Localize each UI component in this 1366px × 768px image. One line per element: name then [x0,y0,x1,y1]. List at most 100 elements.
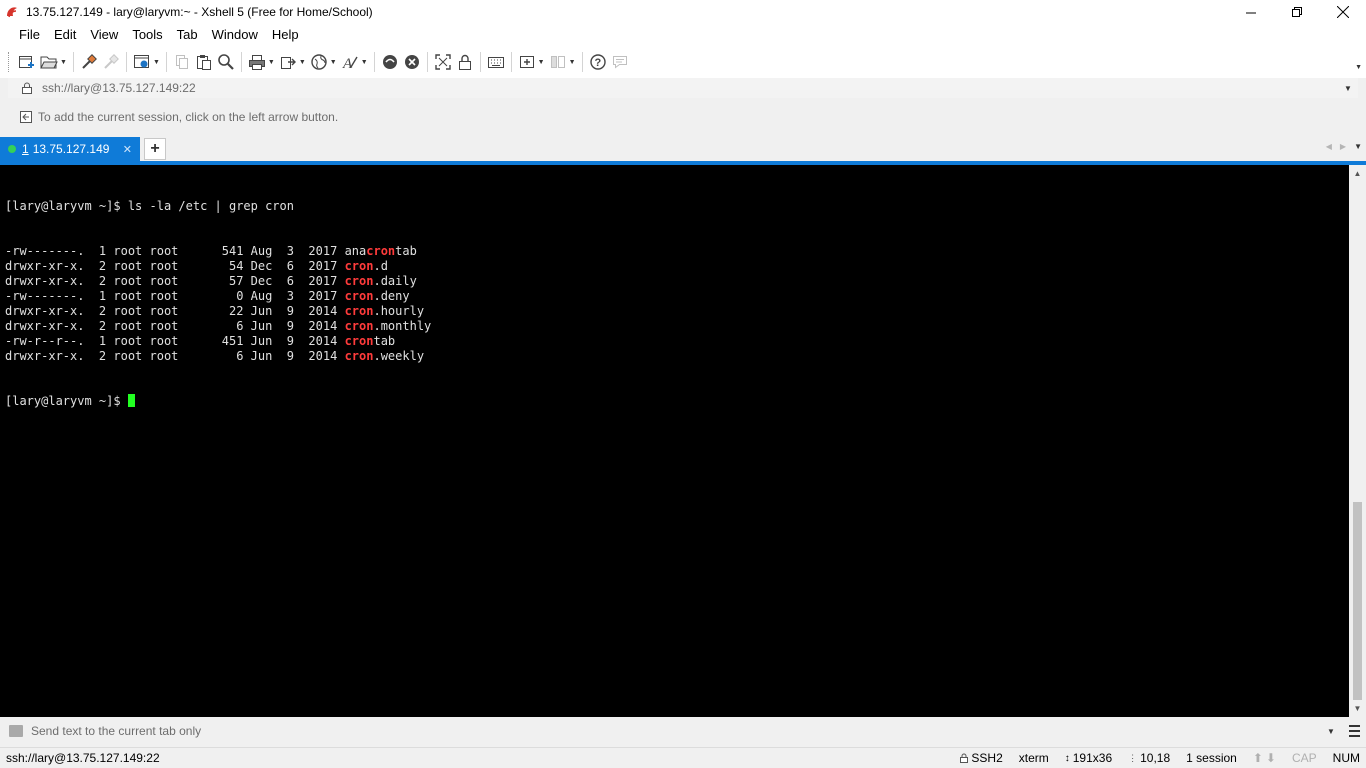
menu-window[interactable]: Window [205,24,265,46]
grep-match: cron [344,259,374,273]
connect-icon[interactable] [80,50,98,74]
file-info: drwxr-xr-x. 2 root root 57 Dec 6 2017 [5,274,345,288]
terminal-output[interactable]: [lary@laryvm ~]$ ls -la /etc | grep cron… [0,165,1349,717]
svg-text:A: A [342,56,353,71]
open-folder-icon[interactable]: ▼ [40,50,67,74]
terminal-line: drwxr-xr-x. 2 root root 57 Dec 6 2017 cr… [5,274,1349,289]
filename-post: .hourly [373,304,425,318]
resize-icon: ↕ [1064,752,1070,764]
tab-list-icon[interactable]: ▼ [1354,142,1362,151]
toolbar-separator [72,52,74,72]
menu-tools[interactable]: Tools [125,24,169,46]
keyboard-icon[interactable] [487,50,505,74]
grep-match: cron [344,274,374,288]
arrow-up-icon[interactable]: ⬆ [1253,751,1263,765]
file-info: -rw-r--r--. 1 root root 451 Jun 9 2014 [5,334,345,348]
close-button[interactable] [1320,0,1366,24]
grep-match: cron [344,289,374,303]
tab-session-1[interactable]: 1 13.75.127.149 ✕ [0,137,140,161]
compose-menu-icon[interactable] [1342,725,1366,737]
layout-icon[interactable]: ▼ [549,50,576,74]
menu-file[interactable]: File [12,24,47,46]
filename-pre: ana [344,244,367,258]
tab-number: 1 [22,142,29,156]
close-tab-icon[interactable]: ✕ [123,143,132,156]
filename-post: .daily [373,274,417,288]
print-icon[interactable]: ▼ [248,50,275,74]
status-cursor-pos-text: 10,18 [1140,751,1171,765]
menu-edit[interactable]: Edit [47,24,83,46]
properties-icon[interactable]: ▼ [133,50,160,74]
new-tab-icon[interactable]: ▼ [518,50,545,74]
cursor-pos-icon: ⋮ [1128,752,1138,763]
toolbar-overflow-icon[interactable]: ▼ [1355,64,1362,71]
status-nav-arrows: ⬆ ⬇ [1245,751,1284,765]
menu-view[interactable]: View [83,24,125,46]
fullscreen-icon[interactable] [434,50,452,74]
terminal-line: -rw-------. 1 root root 541 Aug 3 2017 a… [5,244,1349,259]
address-dropdown-icon[interactable]: ▼ [1338,84,1358,93]
status-cap: CAP [1291,751,1317,765]
grep-match: cron [344,319,374,333]
xshell-app-icon[interactable] [4,4,20,20]
filename-post: .deny [373,289,410,303]
terminal-line: -rw-r--r--. 1 root root 451 Jun 9 2014 c… [5,334,1349,349]
status-protocol-text: SSH2 [971,751,1003,765]
file-info: drwxr-xr-x. 2 root root 22 Jun 9 2014 [5,304,345,318]
toolbar-separator [581,52,583,72]
toolbar-separator [125,52,127,72]
menu-tab[interactable]: Tab [170,24,205,46]
status-terminal-type: xterm [1018,751,1049,765]
lock-icon[interactable] [456,50,474,74]
restore-button[interactable] [1274,0,1320,24]
tab-scroll-left-icon[interactable]: ◀ [1326,142,1332,151]
arrow-down-icon[interactable]: ⬇ [1266,751,1276,765]
minimize-button[interactable] [1228,0,1274,24]
title-bar: 13.75.127.149 - lary@laryvm:~ - Xshell 5… [0,0,1366,24]
font-icon[interactable]: A ▼ [341,50,368,74]
tab-navigation: ◀ ▶ ▼ [1326,142,1362,151]
scroll-down-icon[interactable]: ▼ [1349,700,1366,717]
copy-icon[interactable] [173,50,191,74]
terminal-line: drwxr-xr-x. 2 root root 22 Jun 9 2014 cr… [5,304,1349,319]
transfer-icon[interactable]: ▼ [279,50,306,74]
address-text[interactable]: ssh://lary@13.75.127.149:22 [42,81,1338,95]
file-info: drwxr-xr-x. 2 root root 6 Jun 9 2014 [5,319,345,333]
terminal-prompt: [lary@laryvm ~]$ [5,394,128,408]
new-session-icon[interactable] [18,50,36,74]
chat-icon[interactable] [611,50,629,74]
toolbar-separator [240,52,242,72]
menu-help[interactable]: Help [265,24,306,46]
terminal-command-line: [lary@laryvm ~]$ ls -la /etc | grep cron [5,199,294,213]
xftp-icon[interactable] [381,50,399,74]
compose-input[interactable]: Send text to the current tab only [31,724,1320,738]
compose-bar: Send text to the current tab only ▼ [0,720,1366,742]
compose-dropdown-icon[interactable]: ▼ [1320,727,1342,736]
status-protocol: SSH2 [952,751,1010,765]
add-tab-button[interactable]: + [144,138,166,160]
tab-scroll-right-icon[interactable]: ▶ [1340,142,1346,151]
address-bar[interactable]: ssh://lary@13.75.127.149:22 ▼ [8,78,1358,98]
compose-keyboard-icon [9,725,23,737]
hint-text: To add the current session, click on the… [38,110,339,124]
filename-post: tab [395,244,417,258]
toolbar: ▼ ▼ ▼ ▼ ▼ A ▼ ▼ ▼ ? ▼ [0,46,1366,78]
scroll-up-icon[interactable]: ▲ [1349,165,1366,182]
tab-label: 13.75.127.149 [32,142,110,156]
file-info: -rw-------. 1 root root 0 Aug 3 2017 [5,289,345,303]
file-info: -rw-------. 1 root root 541 Aug 3 2017 [5,244,345,258]
grep-match: cron [344,304,374,318]
add-session-arrow-icon[interactable] [16,110,36,124]
paste-icon[interactable] [195,50,213,74]
xmanager-icon[interactable] [403,50,421,74]
grep-match: cron [344,349,374,363]
grep-match: cron [366,244,396,258]
terminal-scrollbar[interactable]: ▲ ▼ [1349,165,1366,717]
toolbar-grip [8,52,10,72]
globe-icon[interactable]: ▼ [310,50,337,74]
find-icon[interactable] [217,50,235,74]
disconnect-icon[interactable] [102,50,120,74]
status-bar: ssh://lary@13.75.127.149:22 SSH2 xterm ↕… [0,747,1366,768]
help-icon[interactable]: ? [589,50,607,74]
scrollbar-thumb[interactable] [1353,502,1362,700]
